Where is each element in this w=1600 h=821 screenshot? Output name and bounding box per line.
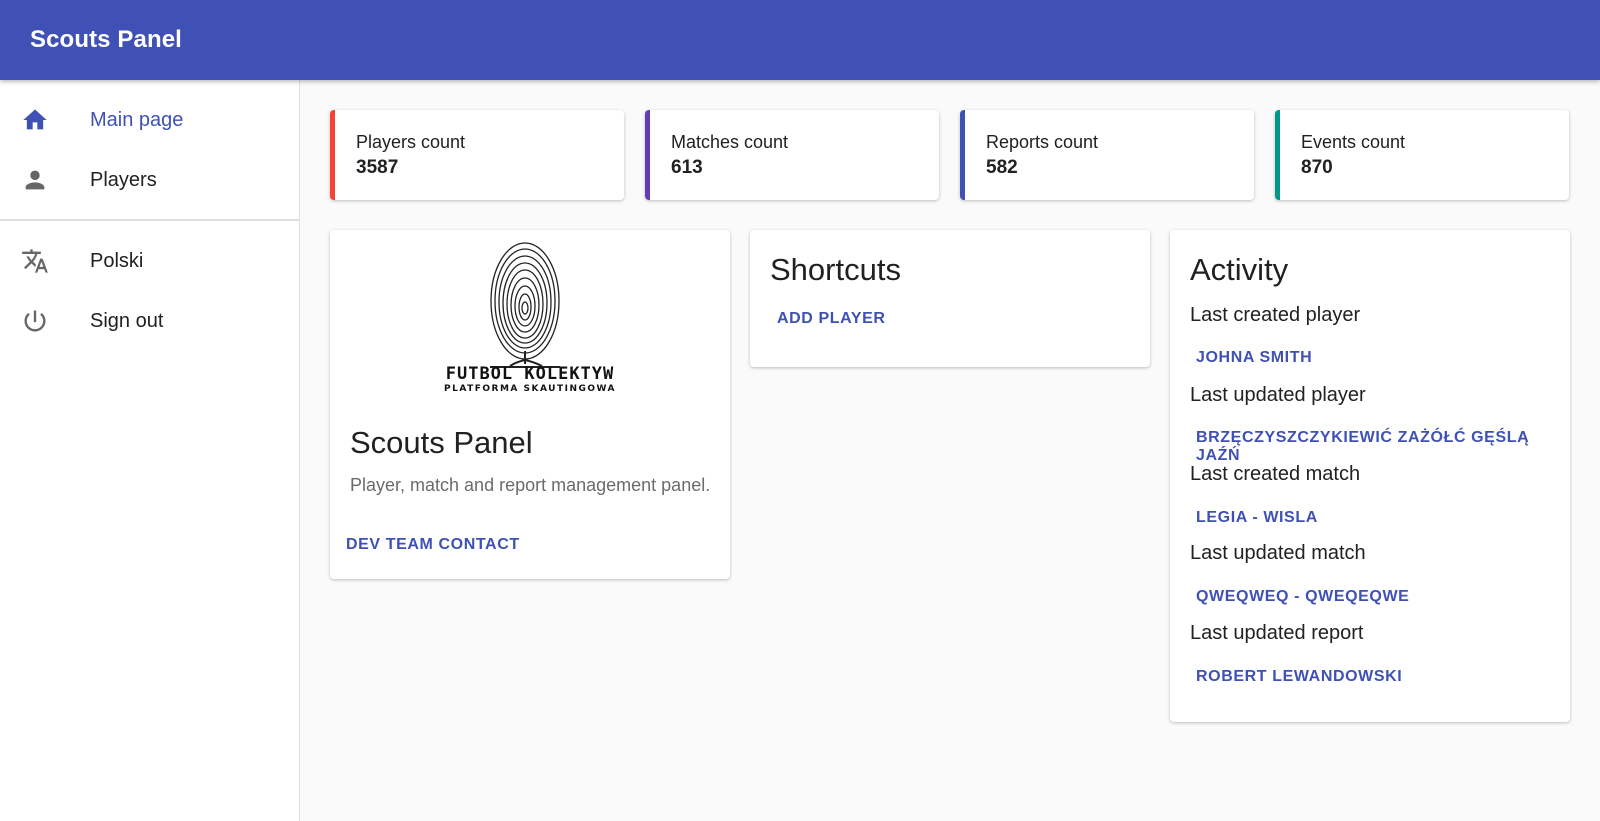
stat-label: Players count — [356, 132, 466, 152]
app-title: Scouts Panel — [30, 26, 182, 53]
stat-value: 582 — [986, 157, 1018, 178]
about-title: Scouts Panel — [350, 425, 533, 460]
activity-link-updated-report[interactable]: Robert Lewandowski — [1196, 668, 1402, 686]
activity-label-created-player: Last created player — [1190, 304, 1361, 326]
stat-card-players: Players count 3587 — [330, 110, 624, 200]
stat-card-events: Events count 870 — [1275, 110, 1569, 200]
sidebar-item-label: Polski — [90, 249, 144, 272]
stat-label: Events count — [1301, 132, 1406, 152]
activity-link-updated-player[interactable]: Brzęczyszczykiewić Zażółć Gęślą Jaźń — [1196, 429, 1570, 465]
sidebar: Main page Players Polski Sign out — [0, 80, 300, 821]
activity-label-updated-match: Last updated match — [1190, 542, 1366, 564]
stat-value: 3587 — [356, 157, 399, 178]
sidebar-main-group: Main page Players — [0, 90, 299, 210]
stat-color-bar — [645, 110, 650, 200]
sidebar-item-label: Sign out — [90, 309, 164, 332]
logo-wordmark: FUTBOL KOLEKTYW — [445, 364, 615, 384]
stat-label: Reports count — [986, 132, 1099, 152]
sidebar-item-language[interactable]: Polski — [0, 231, 299, 291]
futbol-kolektyw-logo: FUTBOL KOLEKTYW PLATFORMA SKAUTINGOWA — [430, 236, 630, 396]
shortcuts-card: Shortcuts Add player — [750, 230, 1150, 367]
activity-label-created-match: Last created match — [1190, 463, 1361, 485]
translate-icon — [20, 246, 50, 276]
activity-link-created-match[interactable]: Legia - Wisla — [1196, 509, 1318, 527]
dev-team-contact-button[interactable]: Dev team contact — [346, 536, 520, 554]
sidebar-item-label: Main page — [90, 108, 184, 131]
stat-color-bar — [1275, 110, 1280, 200]
activity-title: Activity — [1190, 252, 1289, 287]
add-player-button[interactable]: Add player — [777, 310, 886, 328]
person-icon — [20, 165, 50, 195]
activity-link-created-player[interactable]: Johna Smith — [1196, 349, 1312, 367]
stat-card-matches: Matches count 613 — [645, 110, 939, 200]
activity-label-updated-player: Last updated player — [1190, 384, 1366, 406]
shortcuts-title: Shortcuts — [770, 252, 901, 287]
activity-link-updated-match[interactable]: qweqweq - qweqeqwe — [1196, 588, 1409, 606]
stat-value: 870 — [1301, 157, 1333, 178]
stat-color-bar — [330, 110, 335, 200]
sidebar-item-label: Players — [90, 168, 157, 191]
home-icon — [20, 105, 50, 135]
stat-card-reports: Reports count 582 — [960, 110, 1254, 200]
activity-card: Activity Last created player Johna Smith… — [1170, 230, 1570, 722]
stat-color-bar — [960, 110, 965, 200]
activity-label-updated-report: Last updated report — [1190, 622, 1364, 644]
sidebar-item-main-page[interactable]: Main page — [0, 90, 299, 150]
stat-label: Matches count — [671, 132, 789, 152]
about-description: Player, match and report management pane… — [350, 475, 711, 495]
main-content: Players count 3587 Matches count 613 Rep… — [300, 80, 1600, 821]
power-icon — [20, 306, 50, 336]
sidebar-item-sign-out[interactable]: Sign out — [0, 291, 299, 351]
stat-value: 613 — [671, 157, 703, 178]
sidebar-item-players[interactable]: Players — [0, 150, 299, 210]
about-card: FUTBOL KOLEKTYW PLATFORMA SKAUTINGOWA Sc… — [330, 230, 730, 579]
app-bar: Scouts Panel — [0, 0, 1600, 80]
logo-subtext: PLATFORMA SKAUTINGOWA — [443, 384, 617, 394]
sidebar-divider — [0, 219, 299, 221]
sidebar-secondary-group: Polski Sign out — [0, 231, 299, 351]
